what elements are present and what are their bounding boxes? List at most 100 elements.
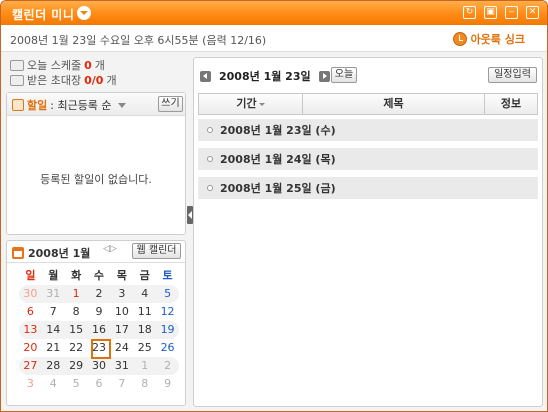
calendar-day[interactable]: 8 [133, 375, 156, 393]
calendar-week-row: 20 21 22 23 24 25 26 [19, 339, 179, 359]
today-schedule-suffix: 개 [94, 59, 105, 72]
schedule-icon [10, 59, 24, 71]
calendar-day[interactable]: 1 [133, 357, 156, 375]
expand-bullet-icon [207, 127, 213, 133]
calendar-day[interactable]: 30 [19, 285, 42, 303]
weekday-header: 일 월 화 수 목 금 토 [19, 267, 179, 283]
calendar-week-row: 13 14 15 16 17 18 19 [19, 321, 179, 339]
received-invites-label: 받은 초대장 [27, 74, 82, 87]
calendar-day[interactable]: 29 [65, 357, 88, 375]
column-title[interactable]: 제목 [303, 94, 485, 114]
chevron-down-icon [117, 102, 126, 108]
column-period[interactable]: 기간 [199, 94, 303, 114]
calendar-day[interactable]: 5 [65, 375, 88, 393]
weekday-tue: 화 [71, 269, 82, 282]
month-nav-arrows[interactable]: ◁▷ [103, 244, 117, 254]
calendar-day[interactable]: 25 [133, 339, 156, 357]
calendar-day[interactable]: 3 [19, 375, 42, 393]
calendar-day[interactable]: 17 [110, 321, 133, 339]
info-bar: 2008년 1월 23일 수요일 오후 6시55분 (음력 12/16) 아웃룩… [1, 25, 547, 52]
calendar-day[interactable]: 20 [19, 339, 42, 357]
today-schedule-status[interactable]: 오늘 스케줄 0 개 [10, 57, 105, 73]
calendar-mini-window: 캘린더 미니 ↻ ▣ ‒ ✕ 2008년 1월 23일 수요일 오후 6시55분… [0, 0, 548, 412]
calendar-day[interactable]: 19 [156, 321, 179, 339]
expand-bullet-icon [207, 185, 213, 191]
calendar-week-row: 30 31 1 2 3 4 5 [19, 285, 179, 303]
weekday-mon: 월 [48, 269, 59, 282]
calendar-day[interactable]: 10 [110, 303, 133, 321]
mini-calendar-header: 2008년 1월 ◁▷ 웹 캘린더 [7, 241, 185, 263]
expand-bullet-icon [207, 156, 213, 162]
calendar-day[interactable]: 3 [110, 285, 133, 303]
calendar-day[interactable]: 18 [133, 321, 156, 339]
calendar-day[interactable]: 2 [156, 357, 179, 375]
calendar-grid: 30 31 1 2 3 4 5 6 7 8 9 10 11 12 13 14 15 16 17 18 19 20 21 22 2… [19, 285, 179, 393]
web-calendar-button[interactable]: 웹 캘린더 [132, 243, 181, 259]
schedule-day-list: 2008년 1월 23일 (수) 2008년 1월 24일 (목) 2008년 … [198, 119, 538, 206]
calendar-day[interactable]: 24 [110, 339, 133, 357]
todo-header: 할일 : 최근등록 순 쓰기 [7, 93, 185, 116]
calendar-day[interactable]: 14 [42, 321, 65, 339]
calendar-day[interactable]: 28 [42, 357, 65, 375]
weekday-thu: 목 [116, 269, 127, 282]
calendar-day[interactable]: 9 [156, 375, 179, 393]
outlook-sync-button[interactable]: 아웃룩 싱크 [452, 31, 525, 47]
calendar-day[interactable]: 5 [156, 285, 179, 303]
calendar-day[interactable]: 26 [156, 339, 179, 357]
calendar-day[interactable]: 16 [88, 321, 111, 339]
calendar-week-row: 3456789 [19, 375, 179, 393]
calendar-day[interactable]: 9 [88, 303, 111, 321]
schedule-panel: 2008년 1월 23일 오늘 일정입력 기간 제목 정보 2008년 1월 2… [193, 57, 543, 407]
received-invites-status[interactable]: 받은 초대장 0/0 개 [10, 72, 117, 88]
schedule-day-row[interactable]: 2008년 1월 23일 (수) [198, 119, 538, 141]
prev-day-icon[interactable] [200, 70, 211, 82]
calendar-day[interactable]: 27 [19, 357, 42, 375]
next-day-icon[interactable] [318, 70, 330, 82]
schedule-day-row[interactable]: 2008년 1월 24일 (목) [198, 148, 538, 170]
window-icon[interactable]: ▣ [484, 6, 497, 19]
schedule-day-label: 2008년 1월 25일 (금) [220, 182, 336, 195]
todo-sort-label: : 최근등록 순 [50, 99, 112, 112]
schedule-day-row[interactable]: 2008년 1월 25일 (금) [198, 177, 538, 199]
today-schedule-label: 오늘 스케줄 [27, 59, 82, 72]
calendar-day[interactable]: 6 [19, 303, 42, 321]
calendar-day[interactable]: 30 [88, 357, 111, 375]
calendar-day[interactable]: 6 [88, 375, 111, 393]
month-label: 2008년 1월 [28, 247, 91, 260]
calendar-day[interactable]: 21 [42, 339, 65, 357]
todo-sort-dropdown[interactable]: 할일 : 최근등록 순 [12, 97, 126, 113]
column-info[interactable]: 정보 [485, 94, 537, 114]
calendar-day[interactable]: 31 [110, 357, 133, 375]
received-invites-count: 0/0 [84, 73, 104, 87]
calendar-day[interactable]: 15 [65, 321, 88, 339]
todo-empty-message: 등록된 할일이 없습니다. [40, 173, 152, 186]
calendar-day[interactable]: 2 [88, 285, 111, 303]
write-todo-button[interactable]: 쓰기 [158, 96, 183, 112]
schedule-day-label: 2008년 1월 24일 (목) [220, 153, 336, 166]
todo-panel: 할일 : 최근등록 순 쓰기 등록된 할일이 없습니다. [6, 92, 186, 235]
calendar-icon [12, 247, 24, 259]
calendar-week-row: 27 28 29 30 31 1 2 [19, 357, 179, 375]
calendar-day[interactable]: 11 [133, 303, 156, 321]
minimize-icon[interactable]: ‒ [505, 6, 518, 19]
calendar-day[interactable]: 31 [42, 285, 65, 303]
calendar-day[interactable]: 8 [65, 303, 88, 321]
add-schedule-button[interactable]: 일정입력 [488, 67, 537, 83]
calendar-day[interactable]: 12 [156, 303, 179, 321]
title-bar[interactable]: 캘린더 미니 ↻ ▣ ‒ ✕ [1, 1, 547, 25]
mini-calendar-month: 2008년 1월 [12, 245, 90, 261]
calendar-day[interactable]: 7 [42, 303, 65, 321]
today-button[interactable]: 오늘 [331, 67, 357, 83]
weekday-sat: 토 [162, 269, 173, 282]
calendar-day[interactable]: 13 [19, 321, 42, 339]
title-menu-dropdown-icon[interactable] [77, 6, 91, 20]
calendar-day[interactable]: 22 [65, 339, 88, 357]
calendar-day[interactable]: 7 [110, 375, 133, 393]
calendar-day[interactable]: 4 [133, 285, 156, 303]
calendar-day[interactable]: 4 [42, 375, 65, 393]
window-controls: ↻ ▣ ‒ ✕ [463, 6, 539, 19]
calendar-day[interactable]: 1 [65, 285, 88, 303]
calendar-day-today[interactable]: 23 [88, 339, 111, 359]
close-icon[interactable]: ✕ [526, 6, 539, 19]
refresh-icon[interactable]: ↻ [463, 6, 476, 19]
